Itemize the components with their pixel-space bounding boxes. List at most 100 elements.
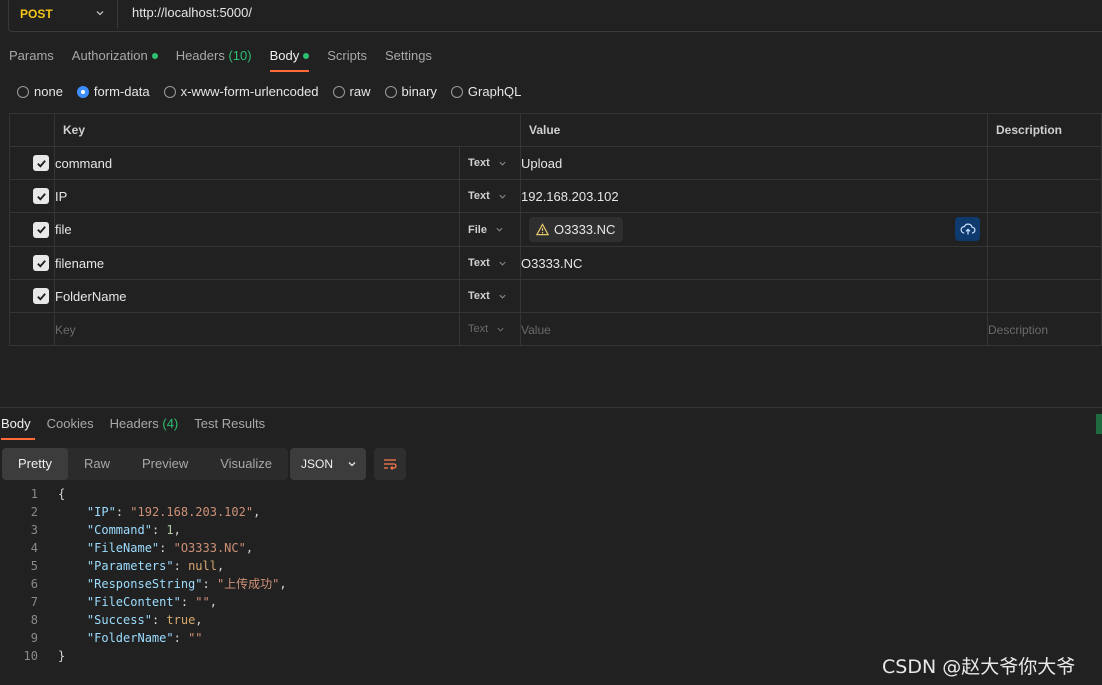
radio-label: GraphQL xyxy=(467,84,522,99)
json-value-parameters: null xyxy=(188,559,217,573)
key-cell[interactable]: command xyxy=(54,146,460,180)
type-cell[interactable]: Text xyxy=(459,146,521,180)
key-cell[interactable]: filename xyxy=(54,246,460,280)
tab-headers[interactable]: Headers (10) xyxy=(167,42,261,72)
radio-x-www-form-urlencoded[interactable]: x-www-form-urlencoded xyxy=(163,84,319,99)
key-input[interactable]: Key xyxy=(54,312,460,346)
key-placeholder: Key xyxy=(55,322,76,337)
type-label: Text xyxy=(468,157,490,169)
status-dot xyxy=(151,52,158,59)
table-row: command Text Upload xyxy=(9,146,1102,180)
radio-icon xyxy=(384,85,397,98)
checkbox-cell xyxy=(9,246,55,280)
view-pretty-button[interactable]: Pretty xyxy=(2,448,68,480)
tab-label: Params xyxy=(9,48,54,63)
tab-settings[interactable]: Settings xyxy=(376,42,441,72)
cloud-upload-icon xyxy=(960,223,975,235)
code-line: 10} xyxy=(0,647,287,665)
description-cell[interactable] xyxy=(987,179,1102,213)
row-checkbox[interactable] xyxy=(33,288,49,304)
radio-form-data[interactable]: form-data xyxy=(76,84,150,99)
value-cell[interactable]: Upload xyxy=(520,146,988,180)
code-line: 6 "ResponseString": "上传成功", xyxy=(0,575,287,593)
response-tabs: Body Cookies Headers (4) Test Results xyxy=(0,410,273,440)
code-line: 5 "Parameters": null, xyxy=(0,557,287,575)
wrap-lines-icon xyxy=(384,459,397,470)
type-label: Text xyxy=(468,257,490,269)
status-dot xyxy=(303,52,310,59)
request-tabs: Params Authorization Headers (10) Body S… xyxy=(0,42,441,72)
tab-authorization[interactable]: Authorization xyxy=(63,42,167,72)
row-checkbox[interactable] xyxy=(33,255,49,271)
key-cell[interactable]: file xyxy=(54,212,460,247)
view-visualize-button[interactable]: Visualize xyxy=(204,448,288,480)
value-cell[interactable]: 192.168.203.102 xyxy=(520,179,988,213)
check-icon xyxy=(36,292,46,301)
chevron-down-icon xyxy=(496,227,503,232)
json-value-command: 1 xyxy=(166,523,174,537)
type-cell[interactable]: Text xyxy=(459,279,521,313)
tab-cookies[interactable]: Cookies xyxy=(39,410,102,440)
radio-none[interactable]: none xyxy=(17,84,63,99)
type-cell[interactable]: File xyxy=(459,212,521,247)
key-cell[interactable]: IP xyxy=(54,179,460,213)
tab-params[interactable]: Params xyxy=(0,42,63,72)
method-label: POST xyxy=(20,7,53,21)
type-cell[interactable]: Text xyxy=(459,312,521,346)
code-line: 2 "IP": "192.168.203.102", xyxy=(0,503,287,521)
radio-binary[interactable]: binary xyxy=(384,84,437,99)
tab-body[interactable]: Body xyxy=(261,42,319,72)
chevron-down-icon xyxy=(348,462,356,467)
checkbox-cell xyxy=(9,312,55,346)
body-type-options: none form-data x-www-form-urlencoded raw… xyxy=(17,84,521,99)
value-cell[interactable] xyxy=(520,279,988,313)
url-input[interactable]: http://localhost:5000/ xyxy=(132,5,252,20)
line-number: 4 xyxy=(30,541,38,555)
json-value-ip: "192.168.203.102" xyxy=(130,505,254,519)
type-cell[interactable]: Text xyxy=(459,246,521,280)
tab-response-body[interactable]: Body xyxy=(0,410,39,440)
value-cell: O3333.NC xyxy=(520,212,988,247)
description-cell[interactable] xyxy=(987,246,1102,280)
description-cell[interactable] xyxy=(987,146,1102,180)
radio-raw[interactable]: raw xyxy=(332,84,371,99)
response-code-view[interactable]: 1{ 2 "IP": "192.168.203.102", 3 "Command… xyxy=(0,485,287,665)
table-row: IP Text 192.168.203.102 xyxy=(9,179,1102,213)
json-value-responsestring: "上传成功" xyxy=(216,577,280,591)
description-cell[interactable] xyxy=(987,279,1102,313)
chevron-down-icon xyxy=(497,327,504,332)
tab-response-headers[interactable]: Headers (4) xyxy=(102,410,187,440)
check-icon xyxy=(36,259,46,268)
checkbox-cell xyxy=(9,212,55,247)
table-row-placeholder: Key Text Value Description xyxy=(9,312,1102,346)
radio-label: raw xyxy=(349,84,371,99)
tab-label: Settings xyxy=(384,48,432,63)
tab-scripts[interactable]: Scripts xyxy=(318,42,376,72)
line-number: 7 xyxy=(30,595,38,609)
row-checkbox[interactable] xyxy=(33,188,49,204)
method-select[interactable]: POST xyxy=(8,0,118,28)
checkbox-cell xyxy=(9,146,55,180)
chevron-down-icon xyxy=(96,11,104,16)
warning-icon xyxy=(536,223,549,236)
row-checkbox[interactable] xyxy=(33,155,49,171)
file-chip[interactable]: O3333.NC xyxy=(529,217,624,242)
tab-test-results[interactable]: Test Results xyxy=(186,410,273,440)
key-cell[interactable]: FolderName xyxy=(54,279,460,313)
tab-label: Test Results xyxy=(194,416,266,431)
upload-button[interactable] xyxy=(955,217,980,241)
row-checkbox[interactable] xyxy=(33,221,49,238)
json-value-filecontent: "" xyxy=(195,595,210,609)
pane-divider[interactable] xyxy=(0,407,1102,408)
description-cell[interactable] xyxy=(987,212,1102,247)
description-input[interactable]: Description xyxy=(987,312,1102,346)
value-cell[interactable]: O3333.NC xyxy=(520,246,988,280)
type-cell[interactable]: Text xyxy=(459,179,521,213)
value-input[interactable]: Value xyxy=(520,312,988,346)
view-raw-button[interactable]: Raw xyxy=(68,448,126,480)
view-preview-button[interactable]: Preview xyxy=(126,448,204,480)
wrap-lines-button[interactable] xyxy=(374,448,406,480)
tab-label: Authorization xyxy=(71,48,148,63)
format-select[interactable]: JSON xyxy=(290,448,366,480)
radio-graphql[interactable]: GraphQL xyxy=(450,84,522,99)
